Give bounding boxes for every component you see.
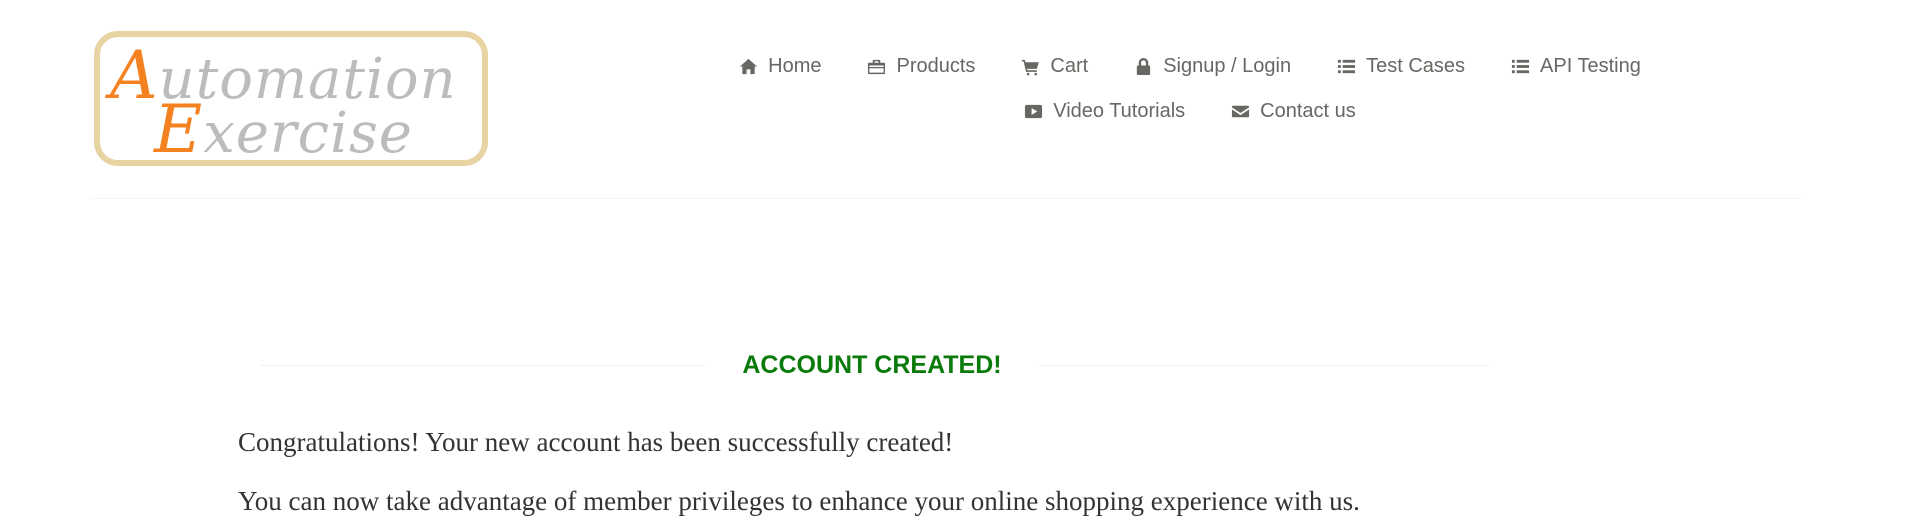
- success-message: Congratulations! Your new account has be…: [238, 427, 954, 457]
- site-header: Automation Exercise Home Products Cart S…: [0, 0, 1920, 200]
- site-logo[interactable]: Automation Exercise: [94, 31, 488, 168]
- nav-cart[interactable]: Cart: [1021, 55, 1088, 78]
- nav-test-cases[interactable]: Test Cases: [1337, 55, 1465, 78]
- nav-test-cases-label: Test Cases: [1366, 55, 1466, 77]
- cart-icon: [1022, 59, 1040, 76]
- nav-home-label: Home: [768, 55, 822, 77]
- privileges-message: You can now take advantage of member pri…: [238, 486, 1360, 516]
- nav-row-2: Video Tutorials Contact us: [690, 89, 1690, 134]
- nav-contact-us-label: Contact us: [1260, 100, 1356, 122]
- home-icon: [740, 58, 758, 75]
- nav-row-1: Home Products Cart Signup / Login Test C…: [690, 44, 1690, 89]
- list-icon: [1338, 59, 1356, 74]
- nav-signup-login[interactable]: Signup / Login: [1134, 55, 1291, 78]
- youtube-play-icon: [1025, 104, 1043, 119]
- title-rule-left: [260, 365, 706, 366]
- nav-video-tutorials-label: Video Tutorials: [1053, 100, 1186, 122]
- nav-api-testing-label: API Testing: [1540, 55, 1641, 77]
- header-divider: [90, 198, 1803, 199]
- nav-signup-login-label: Signup / Login: [1163, 55, 1292, 77]
- main-nav: Home Products Cart Signup / Login Test C…: [690, 44, 1690, 134]
- nav-cart-label: Cart: [1050, 55, 1089, 77]
- lock-icon: [1137, 57, 1151, 76]
- title-rule-right: [1038, 365, 1490, 366]
- nav-products[interactable]: Products: [867, 55, 975, 78]
- title-row: ACCOUNT CREATED!: [260, 348, 1490, 382]
- briefcase-icon: [868, 59, 886, 75]
- nav-api-testing[interactable]: API Testing: [1511, 55, 1641, 78]
- nav-products-label: Products: [896, 55, 976, 77]
- envelope-icon: [1232, 105, 1250, 118]
- nav-home[interactable]: Home: [739, 55, 821, 78]
- list-icon: [1511, 59, 1530, 74]
- nav-video-tutorials[interactable]: Video Tutorials: [1024, 100, 1185, 123]
- nav-contact-us[interactable]: Contact us: [1231, 100, 1356, 123]
- logo-line-2: Exercise: [154, 91, 413, 168]
- page-title: ACCOUNT CREATED!: [742, 351, 1002, 379]
